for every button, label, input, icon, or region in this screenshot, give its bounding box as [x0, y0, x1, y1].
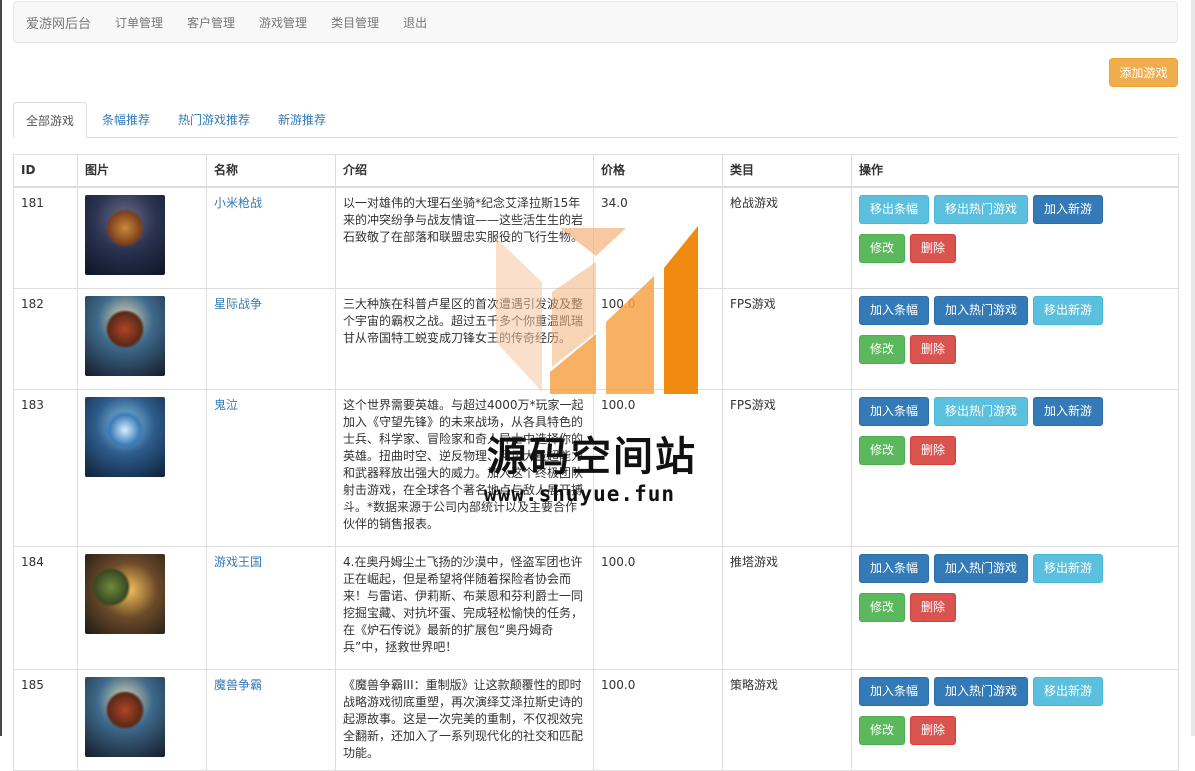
cell-name: 魔兽争霸 — [206, 668, 336, 771]
header-name: 名称 — [206, 154, 336, 188]
new-toggle-button[interactable]: 加入新游 — [1033, 195, 1104, 224]
cell-description: 以一对雄伟的大理石坐骑*纪念艾泽拉斯15年来的冲突纷争与战友情谊——这些活生生的… — [335, 186, 594, 289]
watermark-url: www.shuyue.fun — [484, 482, 676, 506]
cell-id: 184 — [13, 545, 78, 670]
cell-image — [77, 186, 207, 289]
table-row: 184 游戏王国 4.在奥丹姆尘土飞扬的沙漠中，怪盗军团也许正在崛起，但是希望将… — [13, 545, 1179, 670]
nav-orders[interactable]: 订单管理 — [115, 14, 163, 31]
delete-button[interactable]: 删除 — [910, 592, 957, 622]
edit-button[interactable]: 修改 — [859, 334, 906, 364]
game-thumbnail[interactable] — [85, 553, 165, 634]
table-row: 185 魔兽争霸 《魔兽争霸III：重制版》让这款颠覆性的即时战略游戏彻底重塑，… — [13, 668, 1179, 771]
tab-hot-games[interactable]: 热门游戏推荐 — [165, 102, 263, 137]
scrollbar[interactable] — [1191, 0, 1195, 736]
cell-category: FPS游戏 — [722, 287, 852, 390]
cell-actions: 加入条幅 加入热门游戏 移出新游 修改 删除 — [851, 287, 1179, 390]
edit-button[interactable]: 修改 — [859, 592, 906, 622]
window-left-edge — [0, 0, 2, 736]
hot-toggle-button[interactable]: 移出热门游戏 — [934, 195, 1029, 224]
hot-toggle-button[interactable]: 加入热门游戏 — [934, 295, 1029, 325]
cell-image — [77, 545, 207, 670]
edit-button[interactable]: 修改 — [859, 715, 906, 745]
tab-new-games[interactable]: 新游推荐 — [265, 102, 339, 137]
cell-id: 185 — [13, 668, 78, 771]
delete-button[interactable]: 删除 — [910, 435, 957, 465]
game-thumbnail[interactable] — [85, 676, 165, 757]
cell-id: 181 — [13, 186, 78, 289]
game-thumbnail[interactable] — [85, 195, 165, 275]
new-toggle-button[interactable]: 加入新游 — [1033, 396, 1104, 426]
cell-image — [77, 287, 207, 390]
hot-toggle-button[interactable]: 移出热门游戏 — [934, 396, 1029, 426]
cell-id: 183 — [13, 388, 78, 547]
banner-toggle-button[interactable]: 加入条幅 — [859, 396, 930, 426]
new-toggle-button[interactable]: 移出新游 — [1033, 553, 1104, 583]
game-name-link[interactable]: 魔兽争霸 — [214, 678, 262, 692]
cell-name: 星际战争 — [206, 287, 336, 390]
header-id: ID — [13, 154, 78, 188]
watermark-title: 源码空间站 — [487, 434, 697, 480]
header-description: 介绍 — [335, 154, 594, 188]
delete-button[interactable]: 删除 — [910, 234, 957, 263]
cell-actions: 加入条幅 移出热门游戏 加入新游 修改 删除 — [851, 388, 1179, 547]
header-actions: 操作 — [851, 154, 1179, 188]
tab-banner-recommend[interactable]: 条幅推荐 — [89, 102, 163, 137]
table-row: 182 星际战争 三大种族在科普卢星区的首次遭遇引发波及整个宇宙的霸权之战。超过… — [13, 287, 1179, 390]
cell-name: 小米枪战 — [206, 186, 336, 289]
cell-image — [77, 388, 207, 547]
cell-category: FPS游戏 — [722, 388, 852, 547]
banner-toggle-button[interactable]: 加入条幅 — [859, 553, 930, 583]
cell-actions: 加入条幅 加入热门游戏 移出新游 修改 删除 — [851, 545, 1179, 670]
cell-description: 《魔兽争霸III：重制版》让这款颠覆性的即时战略游戏彻底重塑，再次演绎艾泽拉斯史… — [335, 668, 594, 771]
delete-button[interactable]: 删除 — [910, 334, 957, 364]
cell-name: 游戏王国 — [206, 545, 336, 670]
header-category: 类目 — [722, 154, 852, 188]
delete-button[interactable]: 删除 — [910, 715, 957, 745]
add-game-button[interactable]: 添加游戏 — [1109, 58, 1178, 87]
hot-toggle-button[interactable]: 加入热门游戏 — [934, 676, 1029, 706]
banner-toggle-button[interactable]: 移出条幅 — [859, 195, 930, 224]
edit-button[interactable]: 修改 — [859, 234, 906, 263]
cell-category: 枪战游戏 — [722, 186, 852, 289]
cell-id: 182 — [13, 287, 78, 390]
cell-image — [77, 668, 207, 771]
tab-all-games[interactable]: 全部游戏 — [13, 102, 88, 138]
cell-name: 鬼泣 — [206, 388, 336, 547]
cell-price: 100.0 — [593, 668, 723, 771]
nav-categories[interactable]: 类目管理 — [331, 14, 379, 31]
game-name-link[interactable]: 星际战争 — [214, 297, 262, 311]
nav-logout[interactable]: 退出 — [403, 14, 427, 31]
cell-actions: 加入条幅 加入热门游戏 移出新游 修改 删除 — [851, 668, 1179, 771]
game-name-link[interactable]: 游戏王国 — [214, 555, 262, 569]
brand-title[interactable]: 爱游网后台 — [26, 13, 91, 32]
banner-toggle-button[interactable]: 加入条幅 — [859, 295, 930, 325]
cell-price: 100.0 — [593, 545, 723, 670]
cell-category: 策略游戏 — [722, 668, 852, 771]
banner-toggle-button[interactable]: 加入条幅 — [859, 676, 930, 706]
game-name-link[interactable]: 小米枪战 — [214, 196, 262, 210]
header-image: 图片 — [77, 154, 207, 188]
tab-bar: 全部游戏 条幅推荐 热门游戏推荐 新游推荐 — [13, 102, 1178, 138]
game-name-link[interactable]: 鬼泣 — [214, 398, 238, 412]
header-price: 价格 — [593, 154, 723, 188]
top-navbar: 爱游网后台 订单管理 客户管理 游戏管理 类目管理 退出 — [13, 1, 1178, 43]
game-thumbnail[interactable] — [85, 295, 165, 376]
cell-category: 推塔游戏 — [722, 545, 852, 670]
nav-customers[interactable]: 客户管理 — [187, 14, 235, 31]
cell-price: 100.0 — [593, 287, 723, 390]
cell-description: 三大种族在科普卢星区的首次遭遇引发波及整个宇宙的霸权之战。超过五千多个你重温凯瑞… — [335, 287, 594, 390]
nav-games[interactable]: 游戏管理 — [259, 14, 307, 31]
cell-price: 34.0 — [593, 186, 723, 289]
new-toggle-button[interactable]: 移出新游 — [1033, 676, 1104, 706]
table-header-row: ID 图片 名称 介绍 价格 类目 操作 — [13, 154, 1179, 188]
hot-toggle-button[interactable]: 加入热门游戏 — [934, 553, 1029, 583]
new-toggle-button[interactable]: 移出新游 — [1033, 295, 1104, 325]
cell-description: 4.在奥丹姆尘土飞扬的沙漠中，怪盗军团也许正在崛起，但是希望将伴随着探险者协会而… — [335, 545, 594, 670]
edit-button[interactable]: 修改 — [859, 435, 906, 465]
table-row: 181 小米枪战 以一对雄伟的大理石坐骑*纪念艾泽拉斯15年来的冲突纷争与战友情… — [13, 186, 1179, 289]
game-thumbnail[interactable] — [85, 396, 165, 477]
cell-actions: 移出条幅 移出热门游戏 加入新游 修改 删除 — [851, 186, 1179, 289]
